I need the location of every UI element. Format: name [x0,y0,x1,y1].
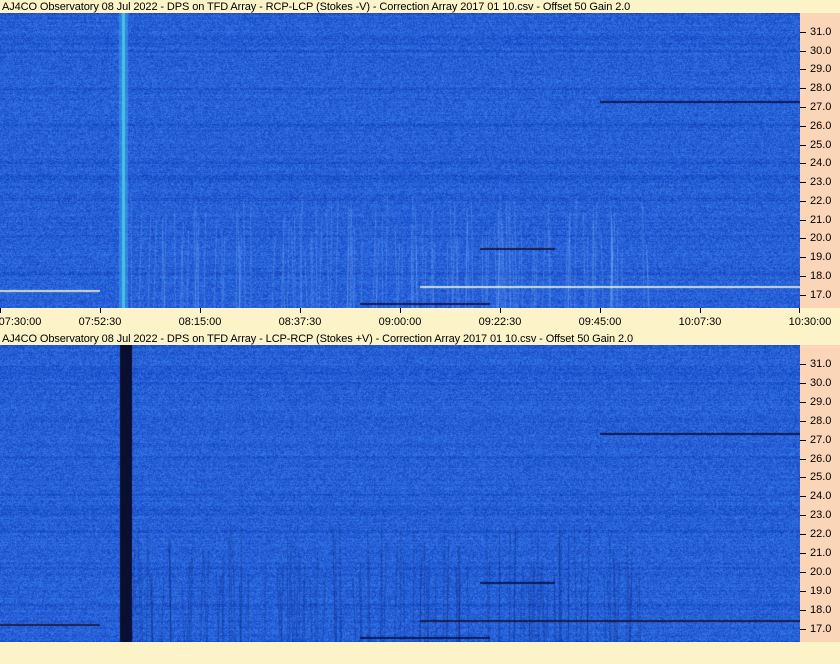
bottom-freq-label: 23.0 [810,509,832,521]
top-freq-label: 24.0 [810,157,832,169]
top-freq-label: 27.0 [810,101,832,113]
top-panel: 31.0 30.0 29.0 28.0 27.0 26.0 25.0 24.0 23.0 22.0… [0,13,840,308]
time-tick [700,308,701,313]
bottom-freq-tick [800,440,806,441]
bottom-freq-tick [800,629,806,630]
top-freq-tick [800,107,806,108]
top-freq-label: 31.0 [810,26,832,38]
top-freq-tick [800,32,806,33]
top-freq-tick [800,51,806,52]
bottom-freq-label: 17.0 [810,623,832,635]
bottom-freq-label: 19.0 [810,585,832,597]
bottom-spectrogram-canvas [0,345,800,642]
time-label: 10:07:30 [678,316,722,328]
bottom-freq-label: 29.0 [810,396,832,408]
top-freq-label: 17.0 [810,289,832,301]
top-freq-tick [800,238,806,239]
top-freq-label: 22.0 [810,195,832,207]
top-freq-label: 28.0 [810,82,832,94]
bottom-freq-tick [800,591,806,592]
time-label: 07:52:30 [78,316,122,328]
bottom-freq-tick [800,402,806,403]
time-tick [0,308,1,313]
time-label: 09:22:30 [478,316,522,328]
top-freq-label: 26.0 [810,120,832,132]
time-axis: 07:30:00 07:52:30 08:15:00 08:37:30 09:00:00… [0,308,840,330]
top-freq-label: 20.0 [810,232,832,244]
top-freq-label: 25.0 [810,139,832,151]
bottom-freq-label: 30.0 [810,377,832,389]
bottom-freq-tick [800,553,806,554]
bottom-freq-label: 27.0 [810,434,832,446]
top-freq-label: 19.0 [810,251,832,263]
top-freq-label: 29.0 [810,63,832,75]
top-freq-tick [800,220,806,221]
top-spectrogram[interactable] [0,13,800,308]
bottom-freq-tick [800,572,806,573]
bottom-freq-label: 26.0 [810,453,832,465]
time-label: 09:00:00 [378,316,422,328]
top-freq-tick [800,88,806,89]
bottom-freq-label: 25.0 [810,471,832,483]
bottom-freq-label: 28.0 [810,415,832,427]
bottom-panel: 31.0 30.0 29.0 28.0 27.0 26.0 25.0 24.0 23.0 22.0… [0,345,840,642]
time-label: 08:37:30 [278,316,322,328]
time-label: 07:30:00 [0,316,42,328]
bottom-freq-label: 24.0 [810,490,832,502]
bottom-freq-tick [800,364,806,365]
time-tick [200,308,201,313]
bottom-freq-tick [800,496,806,497]
bottom-freq-tick [800,610,806,611]
top-freq-tick [800,182,806,183]
bottom-freq-label: 21.0 [810,547,832,559]
bottom-freq-label: 18.0 [810,604,832,616]
top-freq-tick [800,201,806,202]
top-freq-label: 30.0 [810,45,832,57]
time-tick [100,308,101,313]
time-label: 09:45:00 [578,316,622,328]
top-freq-label: 21.0 [810,214,832,226]
top-freq-tick [800,276,806,277]
top-freq-tick [800,69,806,70]
bottom-panel-title: AJ4CO Observatory 08 Jul 2022 - DPS on T… [2,333,633,345]
bottom-frequency-axis: 31.0 30.0 29.0 28.0 27.0 26.0 25.0 24.0 23.0 22.0… [800,345,840,642]
bottom-freq-label: 22.0 [810,528,832,540]
bottom-freq-tick [800,477,806,478]
time-tick [600,308,601,313]
top-frequency-axis: 31.0 30.0 29.0 28.0 27.0 26.0 25.0 24.0 23.0 22.0… [800,13,840,308]
top-freq-tick [800,126,806,127]
time-tick [300,308,301,313]
bottom-freq-tick [800,534,806,535]
time-tick [500,308,501,313]
bottom-freq-label: 31.0 [810,358,832,370]
bottom-freq-tick [800,421,806,422]
top-freq-label: 23.0 [810,176,832,188]
time-label: 08:15:00 [178,316,222,328]
top-panel-title: AJ4CO Observatory 08 Jul 2022 - DPS on T… [2,1,631,13]
top-spectrogram-canvas [0,13,800,308]
bottom-freq-tick [800,383,806,384]
top-freq-tick [800,257,806,258]
time-tick [400,308,401,313]
top-freq-tick [800,295,806,296]
top-freq-tick [800,163,806,164]
time-label: 10:30:00 [788,316,832,328]
bottom-spectrogram[interactable] [0,345,800,642]
top-freq-tick [800,145,806,146]
bottom-freq-label: 20.0 [810,566,832,578]
time-tick [799,308,800,313]
top-freq-label: 18.0 [810,270,832,282]
bottom-freq-tick [800,459,806,460]
bottom-freq-tick [800,515,806,516]
